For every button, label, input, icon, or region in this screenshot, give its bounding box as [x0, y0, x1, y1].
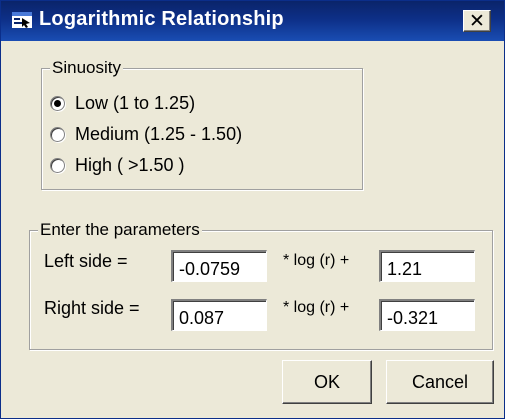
left-side-label: Left side =	[44, 251, 128, 271]
radio-low[interactable]: Low (1 to 1.25)	[50, 91, 195, 115]
left-coefficient-input[interactable]: -0.0759	[171, 250, 267, 282]
parameters-legend: Enter the parameters	[38, 220, 202, 240]
dialog-window: Logarithmic Relationship ✕ Sinuosity Low…	[0, 0, 505, 419]
radio-high[interactable]: High ( >1.50 )	[50, 153, 185, 177]
parameters-group: Enter the parameters Left side = -0.0759…	[29, 220, 493, 350]
ok-button[interactable]: OK	[282, 360, 372, 404]
right-coefficient-input[interactable]: 0.087	[171, 299, 267, 331]
window-app-icon[interactable]	[12, 12, 32, 28]
close-icon: ✕	[469, 10, 485, 32]
left-log-label: * log (r) +	[283, 252, 350, 269]
left-constant-input[interactable]: 1.21	[379, 250, 475, 282]
radio-medium[interactable]: Medium (1.25 - 1.50)	[50, 122, 242, 146]
close-button[interactable]: ✕	[463, 10, 491, 32]
radio-high-label: High ( >1.50 )	[75, 154, 185, 175]
radio-medium-button[interactable]	[50, 126, 65, 142]
radio-medium-label: Medium (1.25 - 1.50)	[75, 123, 243, 144]
sinuosity-group: Sinuosity Low (1 to 1.25) Medium (1.25 -…	[41, 58, 363, 190]
radio-high-button[interactable]	[50, 157, 65, 173]
sinuosity-legend: Sinuosity	[50, 58, 123, 78]
right-constant-input[interactable]: -0.321	[379, 299, 475, 331]
right-log-label: * log (r) +	[283, 299, 350, 316]
title-bar[interactable]: Logarithmic Relationship ✕	[1, 1, 504, 41]
radio-low-label: Low (1 to 1.25)	[75, 92, 196, 113]
right-side-label: Right side =	[44, 298, 140, 318]
cancel-button[interactable]: Cancel	[386, 360, 494, 404]
radio-low-button[interactable]	[50, 95, 65, 111]
window-title: Logarithmic Relationship	[39, 8, 284, 30]
